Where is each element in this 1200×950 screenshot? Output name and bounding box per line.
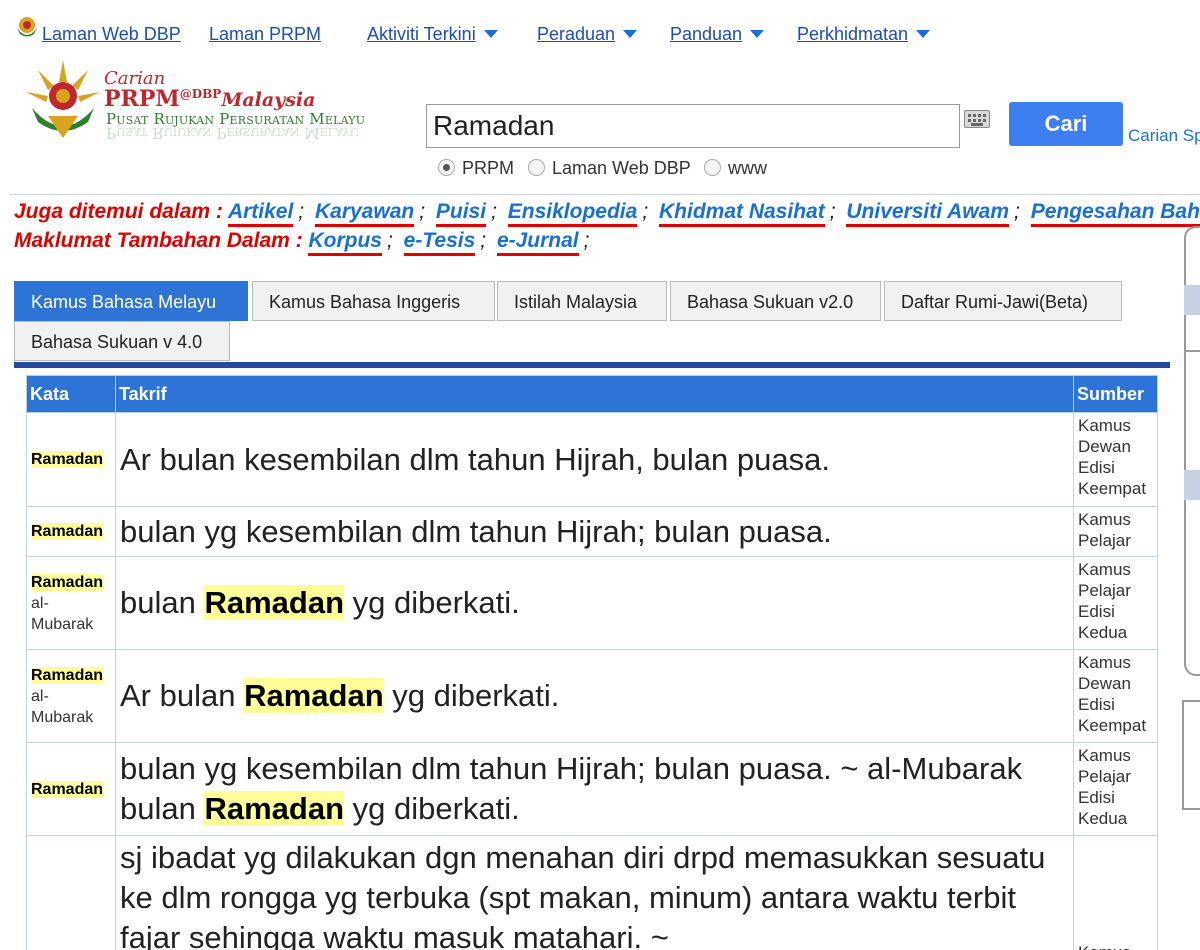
tab-underline-bar <box>14 362 1170 368</box>
header-takrif: Takrif <box>115 375 1074 413</box>
top-nav: Laman Web DBP Laman PRPM Aktiviti Terkin… <box>14 12 1200 48</box>
link-korpus[interactable]: Korpus <box>308 229 382 256</box>
logo-tagline-reflection: Pusat Rujukan Persuratan Melayu <box>106 124 360 142</box>
table-row: sj ibadat yg dilakukan dgn menahan diri … <box>26 835 1158 950</box>
cell-sumber: Kamus Pelajar Edisi Kedua <box>1073 742 1158 836</box>
link-e-jurnal[interactable]: e-Jurnal <box>496 229 579 256</box>
cell-sumber: Kamus Dewan Edisi Keempat <box>1073 649 1158 743</box>
cell-takrif: Ar bulan Ramadan yg diberkati. <box>115 649 1074 743</box>
nav-aktiviti-terkini[interactable]: Aktiviti Terkini <box>367 24 498 45</box>
side-panel-divider <box>1184 350 1200 352</box>
logo-prpm-text: PRPM@DBPMalaysia <box>104 86 316 112</box>
definition-text: yg diberkati. <box>383 678 560 713</box>
link-khidmat-nasihat[interactable]: Khidmat Nasihat <box>659 200 825 227</box>
cell-takrif: bulan Ramadan yg diberkati. <box>115 556 1074 650</box>
chevron-down-icon <box>916 30 931 38</box>
tab-kamus-bahasa-melayu[interactable]: Kamus Bahasa Melayu <box>14 281 248 321</box>
also-found-row: Juga ditemui dalam : Artikel; Karyawan; … <box>14 200 1200 227</box>
definition-text: yg diberkati. <box>344 585 520 620</box>
header-kata: Kata <box>26 375 116 413</box>
link-pengesahan-bahasa[interactable]: Pengesahan Bahasa <box>1030 200 1200 227</box>
highlighted-keyword: Ramadan <box>204 791 345 826</box>
definition-text: Ar bulan <box>120 678 245 713</box>
header-sumber: Sumber <box>1073 375 1158 413</box>
radio-prpm[interactable]: PRPM <box>438 158 514 179</box>
radio-www[interactable]: www <box>704 158 767 179</box>
prpm-emblem-icon <box>26 60 100 138</box>
highlighted-keyword: Ramadan <box>204 585 345 620</box>
dbp-emblem-icon <box>17 17 37 37</box>
nav-perkhidmatan[interactable]: Perkhidmatan <box>797 24 931 45</box>
chevron-down-icon <box>623 30 638 38</box>
header-divider <box>10 194 1200 195</box>
link-e-tesis[interactable]: e-Tesis <box>403 229 476 256</box>
definition-text: bulan <box>120 585 205 620</box>
definition-text: Ar bulan kesembilan dlm tahun Hijrah, bu… <box>120 441 830 477</box>
table-row: Ramadan bulan yg kesembilan dlm tahun Hi… <box>26 742 1158 836</box>
tab-istilah-malaysia[interactable]: Istilah Malaysia <box>497 281 667 321</box>
side-panel-box <box>1182 700 1200 810</box>
cell-kata: Ramadan <box>26 506 116 557</box>
cell-kata: Ramadan al-Mubarak <box>26 556 116 650</box>
table-row: Ramadan al-Mubarak bulan Ramadan yg diber… <box>26 556 1158 650</box>
table-header-row: Kata Takrif Sumber <box>26 375 1158 413</box>
table-row: Ramadan bulan yg kesembilan dlm tahun Hi… <box>26 506 1158 557</box>
carian-spesifik-link[interactable]: Carian Sp <box>1128 126 1200 146</box>
more-info-row: Maklumat Tambahan Dalam : Korpus; e-Tesi… <box>14 229 595 256</box>
cell-kata: Ramadan <box>26 412 116 507</box>
cell-takrif: Ar bulan kesembilan dlm tahun Hijrah, bu… <box>115 412 1074 507</box>
highlighted-keyword: Ramadan <box>244 678 384 713</box>
nav-laman-prpm[interactable]: Laman PRPM <box>209 24 321 45</box>
cell-kata <box>26 835 116 950</box>
cell-sumber: Kamus Pelajar Edisi Kedua <box>1073 556 1158 650</box>
search-input[interactable]: Ramadan <box>426 104 960 148</box>
chevron-down-icon <box>750 30 765 38</box>
prpm-logo[interactable]: Carian PRPM@DBPMalaysia Pusat Rujukan Pe… <box>18 52 408 144</box>
search-button[interactable]: Cari <box>1009 102 1123 146</box>
link-universiti-awam[interactable]: Universiti Awam <box>846 200 1009 227</box>
cell-sumber: Kamus Dewan Edisi Keempat <box>1073 412 1158 507</box>
cell-sumber: Kamus Pelajar <box>1073 506 1158 557</box>
tab-bahasa-sukuan-v4[interactable]: Bahasa Sukuan v 4.0 <box>14 321 230 361</box>
results-table: Kata Takrif Sumber Ramadan Ar bulan kese… <box>26 375 1158 950</box>
table-row: Ramadan Ar bulan kesembilan dlm tahun Hi… <box>26 412 1158 507</box>
link-puisi[interactable]: Puisi <box>435 200 487 227</box>
cell-takrif: sj ibadat yg dilakukan dgn menahan diri … <box>115 835 1074 950</box>
definition-text: yg diberkati. <box>344 791 520 826</box>
definition-text: bulan yg kesembilan dlm tahun Hijrah; bu… <box>120 513 832 549</box>
virtual-keyboard-icon[interactable] <box>964 110 990 128</box>
cell-kata: Ramadan <box>26 742 116 836</box>
nav-peraduan[interactable]: Peraduan <box>537 24 638 45</box>
side-panel-header <box>1184 285 1200 315</box>
results-body: Ramadan Ar bulan kesembilan dlm tahun Hi… <box>26 412 1158 950</box>
link-artikel[interactable]: Artikel <box>227 200 294 227</box>
tab-daftar-rumi-jawi[interactable]: Daftar Rumi-Jawi(Beta) <box>884 281 1122 321</box>
link-karyawan[interactable]: Karyawan <box>314 200 415 227</box>
radio-laman-web-dbp[interactable]: Laman Web DBP <box>528 158 691 179</box>
tab-bahasa-sukuan-v2[interactable]: Bahasa Sukuan v2.0 <box>670 281 881 321</box>
side-panel-header <box>1184 470 1200 500</box>
definition-text: sj ibadat yg dilakukan dgn menahan diri … <box>120 840 1046 950</box>
cell-takrif: bulan yg kesembilan dlm tahun Hijrah; bu… <box>115 506 1074 557</box>
nav-laman-web-dbp[interactable]: Laman Web DBP <box>42 24 181 45</box>
cell-kata: Ramadan al-Mubarak <box>26 649 116 743</box>
chevron-down-icon <box>483 30 498 38</box>
cell-takrif: bulan yg kesembilan dlm tahun Hijrah; bu… <box>115 742 1074 836</box>
link-ensiklopedia[interactable]: Ensiklopedia <box>507 200 638 227</box>
nav-panduan[interactable]: Panduan <box>670 24 765 45</box>
table-row: Ramadan al-Mubarak Ar bulan Ramadan yg di… <box>26 649 1158 743</box>
tab-kamus-bahasa-inggeris[interactable]: Kamus Bahasa Inggeris <box>252 281 495 321</box>
cell-sumber: Kamus <box>1073 835 1158 950</box>
